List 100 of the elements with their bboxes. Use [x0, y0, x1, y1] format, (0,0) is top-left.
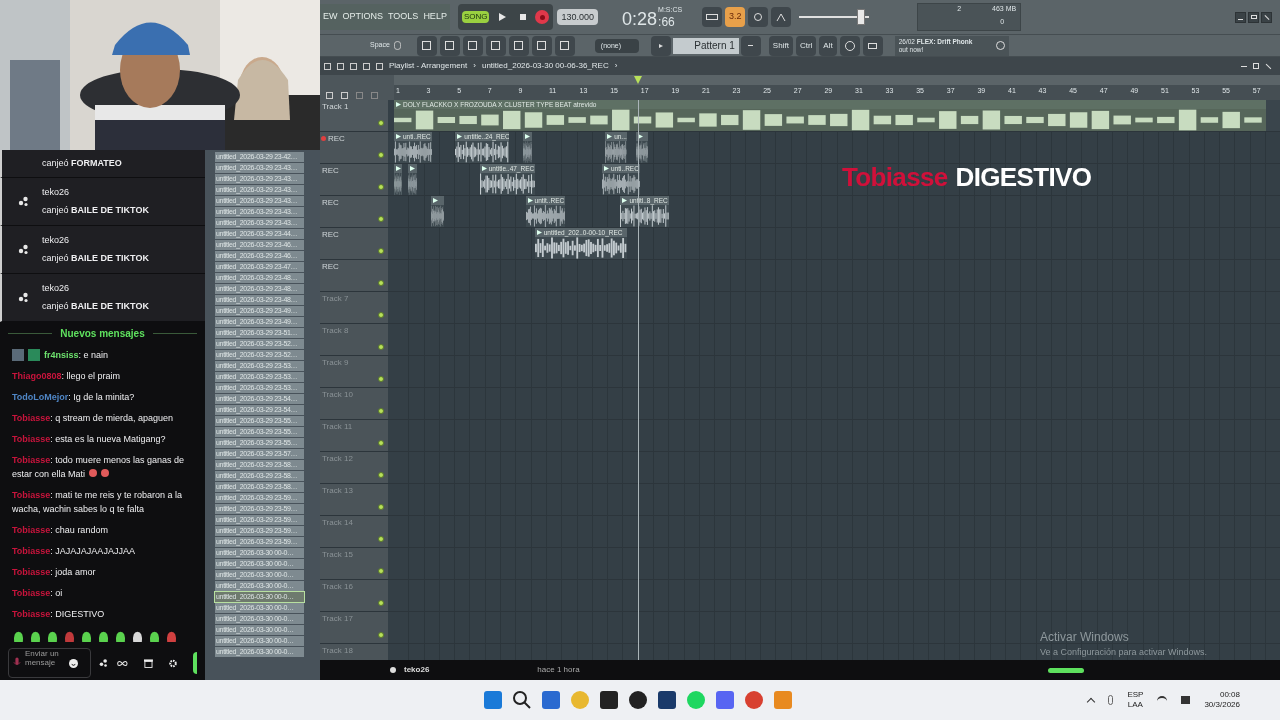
track-led[interactable]: [378, 376, 384, 382]
track-led[interactable]: [378, 120, 384, 126]
track-header[interactable]: REC: [320, 228, 388, 259]
emote-icon[interactable]: [46, 629, 59, 643]
waveform: [479, 173, 535, 195]
breadcrumb-separator: ›: [614, 60, 618, 72]
track-led[interactable]: [378, 536, 384, 542]
track-header[interactable]: REC: [320, 132, 388, 163]
track-led[interactable]: [378, 632, 384, 638]
restore-icon[interactable]: [1253, 63, 1259, 69]
track-led[interactable]: [378, 216, 384, 222]
audio-clip[interactable]: [394, 164, 402, 195]
record-icon: [321, 136, 326, 141]
redemption-text: canjeó BAILE DE TIKTOK: [42, 299, 149, 313]
track-led[interactable]: [378, 248, 384, 254]
maximize-icon[interactable]: [1248, 11, 1259, 23]
menu-item[interactable]: HELP: [423, 10, 447, 24]
track-name: REC: [322, 229, 339, 241]
search-icon[interactable]: [512, 690, 532, 710]
redemption-user: teko26: [42, 282, 71, 295]
tempo-display[interactable]: 130.000: [557, 9, 598, 25]
audio-clip[interactable]: [407, 164, 417, 195]
track-name: REC: [322, 165, 339, 177]
chat-message: Tobiasse: DIGESTIVO: [12, 608, 105, 621]
track-led[interactable]: [378, 312, 384, 318]
track-header[interactable]: REC: [320, 260, 388, 291]
waveform: [602, 173, 641, 195]
clock[interactable]: 00:08 30/3/2026: [1204, 690, 1240, 710]
play-icon: [604, 166, 610, 171]
track-led[interactable]: [378, 408, 384, 414]
play-icon: [481, 166, 487, 171]
track-led[interactable]: [378, 568, 384, 574]
waveform: [407, 173, 417, 195]
live-indicator: [1047, 667, 1084, 673]
badge-icon: [28, 349, 40, 361]
chat-button[interactable]: [192, 652, 197, 674]
emote-icon[interactable]: [131, 629, 144, 643]
menu-item[interactable]: EW: [323, 10, 338, 24]
language-indicator[interactable]: ESP LAA: [1127, 690, 1144, 710]
countdown-button[interactable]: 3.2: [725, 7, 746, 27]
stream-time: hace 1 hora: [537, 664, 580, 676]
chat-message: Tobiasse: oi: [12, 587, 63, 600]
emote-icon[interactable]: [29, 629, 42, 643]
master-volume-slider[interactable]: [799, 9, 870, 25]
track-led[interactable]: [378, 440, 384, 446]
project-name[interactable]: untitled_2026-03-30 00-06-36_REC: [481, 60, 609, 72]
message-field[interactable]: Enviar un mensaje: [8, 648, 92, 678]
audio-clip[interactable]: [430, 196, 445, 227]
infinity-icon: [116, 659, 128, 667]
activation-text: Ve a Configuración para activar Windows.: [1040, 646, 1208, 659]
track-led[interactable]: [378, 184, 384, 190]
chat-message: TodoLoMejor: Ig de la minita?: [12, 391, 135, 404]
modifier-key[interactable]: Shift: [768, 35, 793, 56]
pattern-select[interactable]: Pattern 1: [672, 37, 739, 54]
redemption-text: canjeó FORMATEO: [42, 156, 122, 170]
minimize-icon[interactable]: [1241, 65, 1247, 67]
audio-clip[interactable]: [522, 132, 532, 163]
window-title[interactable]: Playlist - Arrangement: [389, 60, 468, 72]
waveform: [522, 141, 532, 163]
play-icon: [524, 134, 530, 139]
emote-icon[interactable]: [114, 629, 127, 643]
play-icon: [622, 198, 628, 203]
menu-item[interactable]: TOOLS: [388, 10, 419, 24]
stop-button[interactable]: [520, 14, 527, 20]
emote-icon[interactable]: [148, 629, 161, 643]
track-led[interactable]: [378, 344, 384, 350]
track-led[interactable]: [378, 600, 384, 606]
modifier-key[interactable]: Alt: [819, 35, 837, 56]
audio-clip[interactable]: [635, 132, 648, 163]
redemption-text: canjeó BAILE DE TIKTOK: [42, 251, 149, 265]
track-led[interactable]: [378, 152, 384, 158]
play-icon: [396, 166, 401, 171]
message-input[interactable]: Enviar un mensaje: [25, 649, 65, 677]
play-icon: [396, 102, 401, 107]
emote-icon[interactable]: [97, 629, 110, 643]
song-mode-switch[interactable]: SONG: [461, 11, 490, 23]
chat-message: Tobiasse: JAJAJAJAAJAJJAA: [12, 545, 135, 558]
waveform: [394, 141, 433, 163]
track-header[interactable]: REC: [320, 196, 388, 227]
track-header[interactable]: Track 1: [320, 100, 388, 131]
settings-icon[interactable]: [168, 658, 177, 668]
play-icon: [607, 134, 613, 139]
chat-message: fr4nsiss: e nain: [44, 349, 109, 362]
track-name: REC: [328, 133, 345, 145]
track-led[interactable]: [378, 504, 384, 510]
track-header[interactable]: REC: [320, 164, 388, 195]
track-led[interactable]: [378, 280, 384, 286]
emote-icon[interactable]: [12, 629, 25, 643]
play-button[interactable]: [498, 13, 507, 21]
modifier-key[interactable]: Ctrl: [795, 35, 817, 56]
smile-icon[interactable]: [69, 658, 78, 668]
overlay-message: DIGESTIVO: [955, 161, 1092, 194]
play-icon: [409, 166, 415, 171]
menu-item[interactable]: OPTIONS: [342, 10, 383, 24]
track-led[interactable]: [378, 472, 384, 478]
waveform: [430, 205, 445, 227]
minimize-icon[interactable]: [1235, 11, 1246, 23]
waveform: [525, 205, 566, 227]
emote-icon[interactable]: [80, 629, 93, 643]
chat-message: Tobiasse: chau random: [12, 524, 108, 537]
